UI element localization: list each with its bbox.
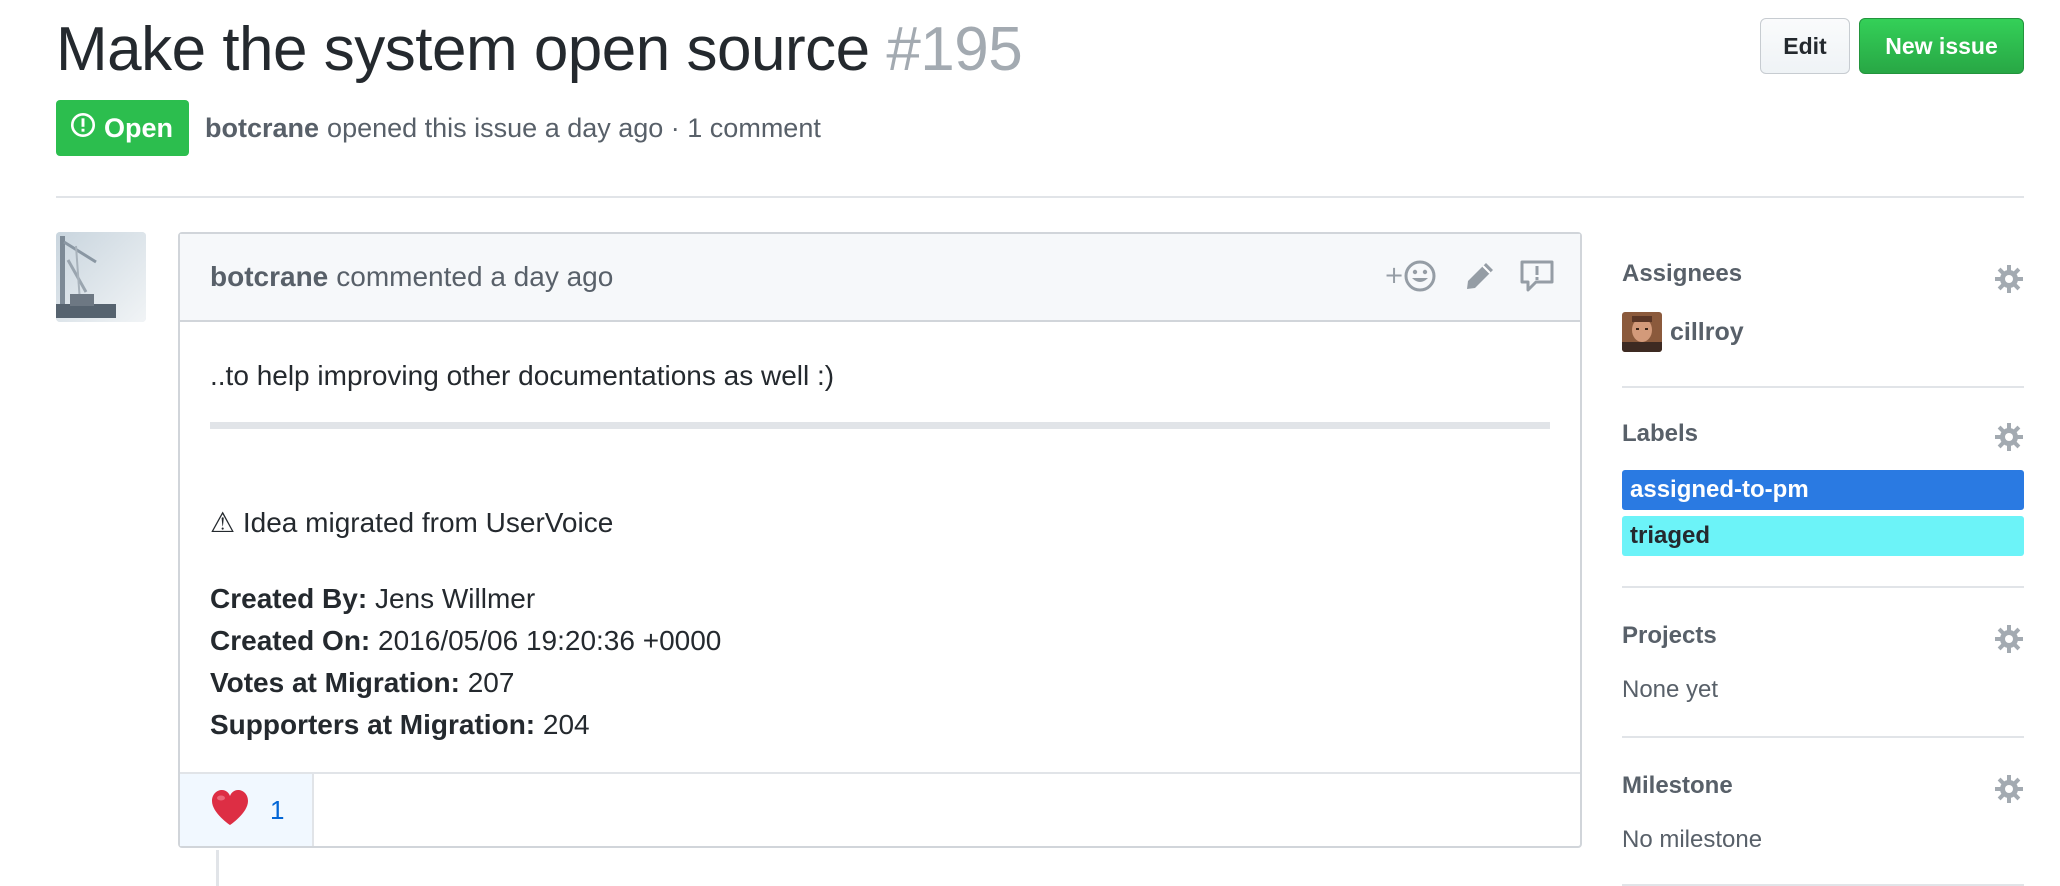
sidebar-divider (1622, 586, 2024, 588)
timeline-line (216, 850, 219, 886)
new-issue-button[interactable]: New issue (1859, 18, 2024, 74)
assignee-item[interactable]: cillroy (1622, 312, 1744, 352)
assignees-title[interactable]: Assignees (1622, 260, 1742, 288)
milestone-value: No milestone (1622, 826, 1763, 853)
labels-title[interactable]: Labels (1622, 420, 1698, 448)
report-icon[interactable] (1520, 256, 1554, 296)
reaction-count: 1 (270, 794, 285, 825)
reactions-bar: 1 (180, 772, 1580, 846)
milestone-title[interactable]: Milestone (1622, 772, 1733, 800)
comment-timestamp[interactable]: commented a day ago (336, 261, 613, 293)
author-avatar[interactable] (56, 232, 146, 322)
field-label: Created By: (210, 583, 368, 614)
projects-gear-icon[interactable] (1994, 624, 2024, 654)
add-reaction-icon[interactable]: + (1384, 256, 1440, 296)
label-triaged[interactable]: triaged (1622, 516, 2024, 556)
field-votes: Votes at Migration: 207 (210, 667, 514, 699)
assignees-gear-icon[interactable] (1994, 264, 2024, 294)
migration-note: ⚠ Idea migrated from UserVoice (210, 507, 614, 538)
issue-opened-icon (70, 112, 96, 145)
sidebar-divider (1622, 386, 2024, 388)
state-label: Open (104, 112, 174, 143)
field-label: Supporters at Migration: (210, 709, 536, 740)
field-created-by: Created By: Jens Willmer (210, 583, 535, 615)
assignee-name: cillroy (1670, 317, 1744, 346)
field-value: 207 (467, 667, 515, 698)
header-divider (56, 196, 2024, 198)
field-created-on: Created On: 2016/05/06 19:20:36 +0000 (210, 625, 721, 657)
heart-emoji-icon (210, 789, 250, 832)
edit-button[interactable]: Edit (1760, 18, 1850, 74)
state-badge: Open (56, 100, 190, 156)
issue-author-link[interactable]: botcrane (205, 113, 319, 144)
svg-text:+: + (1384, 261, 1404, 289)
field-value: Jens Willmer (374, 583, 536, 614)
labels-gear-icon[interactable] (1994, 422, 2024, 452)
comment-author-link[interactable]: botcrane (210, 261, 328, 293)
issue-number: #195 (886, 15, 1023, 84)
issue-opened-text: opened this issue a day ago · 1 comment (327, 112, 821, 143)
projects-value: None yet (1622, 676, 1719, 703)
issue-meta: Open botcrane opened this issue a day ag… (56, 100, 821, 156)
milestone-gear-icon[interactable] (1994, 774, 2024, 804)
body-divider (210, 422, 1550, 429)
sidebar-divider (1622, 736, 2024, 738)
field-supporters: Supporters at Migration: 204 (210, 709, 590, 741)
field-label: Votes at Migration: (210, 667, 460, 698)
comment-text: ..to help improving other documentations… (210, 360, 835, 391)
field-value: 204 (542, 709, 590, 740)
issue-comment: botcrane commented a day ago + ..to help… (178, 232, 1582, 848)
heart-reaction-button[interactable]: 1 (180, 774, 314, 846)
pencil-icon[interactable] (1464, 256, 1496, 296)
issue-title: Make the system open source (56, 15, 870, 84)
field-value: 2016/05/06 19:20:36 +0000 (378, 625, 722, 656)
comment-header: botcrane commented a day ago + (180, 234, 1580, 322)
issue-title-row: Make the system open source #195 (56, 14, 1023, 85)
projects-title[interactable]: Projects (1622, 622, 1717, 650)
field-label: Created On: (210, 625, 371, 656)
label-assigned-to-pm[interactable]: assigned-to-pm (1622, 470, 2024, 510)
assignee-avatar (1622, 312, 1662, 352)
